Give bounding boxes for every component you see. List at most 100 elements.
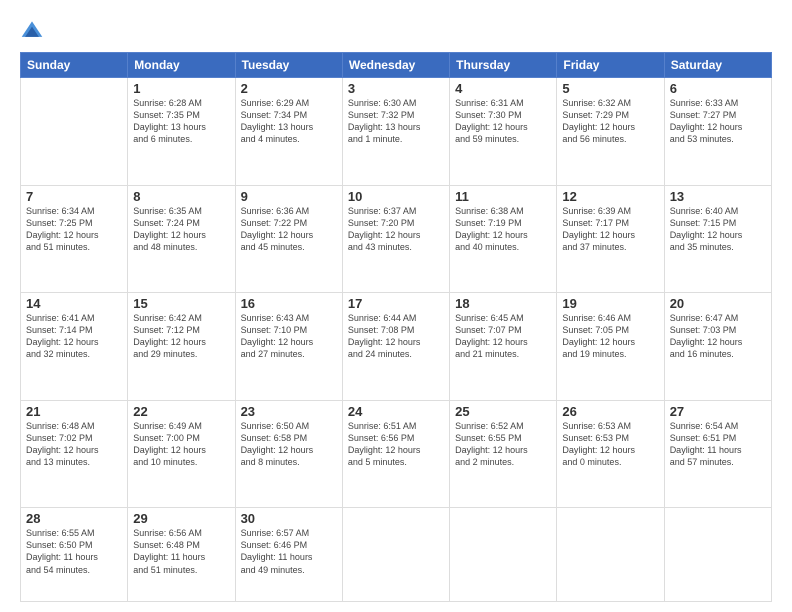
- day-info: Sunrise: 6:53 AM Sunset: 6:53 PM Dayligh…: [562, 420, 658, 469]
- day-info: Sunrise: 6:41 AM Sunset: 7:14 PM Dayligh…: [26, 312, 122, 361]
- day-header-saturday: Saturday: [664, 53, 771, 78]
- calendar-cell: 29Sunrise: 6:56 AM Sunset: 6:48 PM Dayli…: [128, 508, 235, 602]
- day-number: 13: [670, 189, 766, 204]
- day-number: 6: [670, 81, 766, 96]
- calendar-cell: 10Sunrise: 6:37 AM Sunset: 7:20 PM Dayli…: [342, 185, 449, 293]
- day-number: 28: [26, 511, 122, 526]
- day-number: 22: [133, 404, 229, 419]
- calendar-cell: 2Sunrise: 6:29 AM Sunset: 7:34 PM Daylig…: [235, 78, 342, 186]
- day-info: Sunrise: 6:32 AM Sunset: 7:29 PM Dayligh…: [562, 97, 658, 146]
- day-number: 25: [455, 404, 551, 419]
- day-info: Sunrise: 6:36 AM Sunset: 7:22 PM Dayligh…: [241, 205, 337, 254]
- day-info: Sunrise: 6:33 AM Sunset: 7:27 PM Dayligh…: [670, 97, 766, 146]
- day-header-wednesday: Wednesday: [342, 53, 449, 78]
- calendar-cell: 18Sunrise: 6:45 AM Sunset: 7:07 PM Dayli…: [450, 293, 557, 401]
- day-header-friday: Friday: [557, 53, 664, 78]
- day-info: Sunrise: 6:28 AM Sunset: 7:35 PM Dayligh…: [133, 97, 229, 146]
- day-number: 18: [455, 296, 551, 311]
- day-info: Sunrise: 6:54 AM Sunset: 6:51 PM Dayligh…: [670, 420, 766, 469]
- calendar-cell: 14Sunrise: 6:41 AM Sunset: 7:14 PM Dayli…: [21, 293, 128, 401]
- calendar-cell: 25Sunrise: 6:52 AM Sunset: 6:55 PM Dayli…: [450, 400, 557, 508]
- day-number: 15: [133, 296, 229, 311]
- day-number: 21: [26, 404, 122, 419]
- day-number: 5: [562, 81, 658, 96]
- day-number: 8: [133, 189, 229, 204]
- day-info: Sunrise: 6:44 AM Sunset: 7:08 PM Dayligh…: [348, 312, 444, 361]
- day-info: Sunrise: 6:40 AM Sunset: 7:15 PM Dayligh…: [670, 205, 766, 254]
- day-info: Sunrise: 6:35 AM Sunset: 7:24 PM Dayligh…: [133, 205, 229, 254]
- day-number: 24: [348, 404, 444, 419]
- day-info: Sunrise: 6:56 AM Sunset: 6:48 PM Dayligh…: [133, 527, 229, 576]
- calendar-cell: 12Sunrise: 6:39 AM Sunset: 7:17 PM Dayli…: [557, 185, 664, 293]
- calendar-cell: 15Sunrise: 6:42 AM Sunset: 7:12 PM Dayli…: [128, 293, 235, 401]
- day-number: 12: [562, 189, 658, 204]
- calendar-week-row: 1Sunrise: 6:28 AM Sunset: 7:35 PM Daylig…: [21, 78, 772, 186]
- day-info: Sunrise: 6:49 AM Sunset: 7:00 PM Dayligh…: [133, 420, 229, 469]
- day-info: Sunrise: 6:29 AM Sunset: 7:34 PM Dayligh…: [241, 97, 337, 146]
- day-info: Sunrise: 6:30 AM Sunset: 7:32 PM Dayligh…: [348, 97, 444, 146]
- calendar-cell: 24Sunrise: 6:51 AM Sunset: 6:56 PM Dayli…: [342, 400, 449, 508]
- day-number: 1: [133, 81, 229, 96]
- day-number: 2: [241, 81, 337, 96]
- calendar-cell: 3Sunrise: 6:30 AM Sunset: 7:32 PM Daylig…: [342, 78, 449, 186]
- calendar-cell: 27Sunrise: 6:54 AM Sunset: 6:51 PM Dayli…: [664, 400, 771, 508]
- calendar-header-row: SundayMondayTuesdayWednesdayThursdayFrid…: [21, 53, 772, 78]
- calendar-week-row: 21Sunrise: 6:48 AM Sunset: 7:02 PM Dayli…: [21, 400, 772, 508]
- page-header: [20, 18, 772, 42]
- calendar-cell: 13Sunrise: 6:40 AM Sunset: 7:15 PM Dayli…: [664, 185, 771, 293]
- calendar-cell: 1Sunrise: 6:28 AM Sunset: 7:35 PM Daylig…: [128, 78, 235, 186]
- day-info: Sunrise: 6:48 AM Sunset: 7:02 PM Dayligh…: [26, 420, 122, 469]
- day-number: 19: [562, 296, 658, 311]
- day-info: Sunrise: 6:43 AM Sunset: 7:10 PM Dayligh…: [241, 312, 337, 361]
- day-info: Sunrise: 6:47 AM Sunset: 7:03 PM Dayligh…: [670, 312, 766, 361]
- calendar-cell: 11Sunrise: 6:38 AM Sunset: 7:19 PM Dayli…: [450, 185, 557, 293]
- calendar-week-row: 14Sunrise: 6:41 AM Sunset: 7:14 PM Dayli…: [21, 293, 772, 401]
- calendar-cell: 23Sunrise: 6:50 AM Sunset: 6:58 PM Dayli…: [235, 400, 342, 508]
- day-number: 30: [241, 511, 337, 526]
- calendar-cell: 30Sunrise: 6:57 AM Sunset: 6:46 PM Dayli…: [235, 508, 342, 602]
- day-info: Sunrise: 6:37 AM Sunset: 7:20 PM Dayligh…: [348, 205, 444, 254]
- calendar-table: SundayMondayTuesdayWednesdayThursdayFrid…: [20, 52, 772, 602]
- day-header-tuesday: Tuesday: [235, 53, 342, 78]
- day-number: 23: [241, 404, 337, 419]
- day-number: 27: [670, 404, 766, 419]
- calendar-cell: 4Sunrise: 6:31 AM Sunset: 7:30 PM Daylig…: [450, 78, 557, 186]
- day-number: 3: [348, 81, 444, 96]
- calendar-cell: [450, 508, 557, 602]
- calendar-cell: 28Sunrise: 6:55 AM Sunset: 6:50 PM Dayli…: [21, 508, 128, 602]
- calendar-cell: 5Sunrise: 6:32 AM Sunset: 7:29 PM Daylig…: [557, 78, 664, 186]
- day-info: Sunrise: 6:51 AM Sunset: 6:56 PM Dayligh…: [348, 420, 444, 469]
- calendar-cell: 9Sunrise: 6:36 AM Sunset: 7:22 PM Daylig…: [235, 185, 342, 293]
- logo-icon: [20, 18, 44, 42]
- day-header-thursday: Thursday: [450, 53, 557, 78]
- calendar-cell: 22Sunrise: 6:49 AM Sunset: 7:00 PM Dayli…: [128, 400, 235, 508]
- calendar-cell: 20Sunrise: 6:47 AM Sunset: 7:03 PM Dayli…: [664, 293, 771, 401]
- logo: [20, 18, 48, 42]
- day-number: 4: [455, 81, 551, 96]
- day-number: 9: [241, 189, 337, 204]
- day-info: Sunrise: 6:39 AM Sunset: 7:17 PM Dayligh…: [562, 205, 658, 254]
- calendar-cell: 7Sunrise: 6:34 AM Sunset: 7:25 PM Daylig…: [21, 185, 128, 293]
- day-info: Sunrise: 6:42 AM Sunset: 7:12 PM Dayligh…: [133, 312, 229, 361]
- calendar-cell: [664, 508, 771, 602]
- calendar-cell: 16Sunrise: 6:43 AM Sunset: 7:10 PM Dayli…: [235, 293, 342, 401]
- calendar-cell: 21Sunrise: 6:48 AM Sunset: 7:02 PM Dayli…: [21, 400, 128, 508]
- day-info: Sunrise: 6:57 AM Sunset: 6:46 PM Dayligh…: [241, 527, 337, 576]
- calendar-cell: 17Sunrise: 6:44 AM Sunset: 7:08 PM Dayli…: [342, 293, 449, 401]
- day-number: 16: [241, 296, 337, 311]
- calendar-cell: [21, 78, 128, 186]
- calendar-cell: 8Sunrise: 6:35 AM Sunset: 7:24 PM Daylig…: [128, 185, 235, 293]
- day-number: 17: [348, 296, 444, 311]
- day-number: 14: [26, 296, 122, 311]
- day-number: 11: [455, 189, 551, 204]
- day-header-monday: Monday: [128, 53, 235, 78]
- calendar-cell: 26Sunrise: 6:53 AM Sunset: 6:53 PM Dayli…: [557, 400, 664, 508]
- day-info: Sunrise: 6:55 AM Sunset: 6:50 PM Dayligh…: [26, 527, 122, 576]
- day-info: Sunrise: 6:38 AM Sunset: 7:19 PM Dayligh…: [455, 205, 551, 254]
- calendar-cell: [557, 508, 664, 602]
- day-info: Sunrise: 6:31 AM Sunset: 7:30 PM Dayligh…: [455, 97, 551, 146]
- day-info: Sunrise: 6:52 AM Sunset: 6:55 PM Dayligh…: [455, 420, 551, 469]
- day-number: 26: [562, 404, 658, 419]
- day-info: Sunrise: 6:50 AM Sunset: 6:58 PM Dayligh…: [241, 420, 337, 469]
- calendar-week-row: 7Sunrise: 6:34 AM Sunset: 7:25 PM Daylig…: [21, 185, 772, 293]
